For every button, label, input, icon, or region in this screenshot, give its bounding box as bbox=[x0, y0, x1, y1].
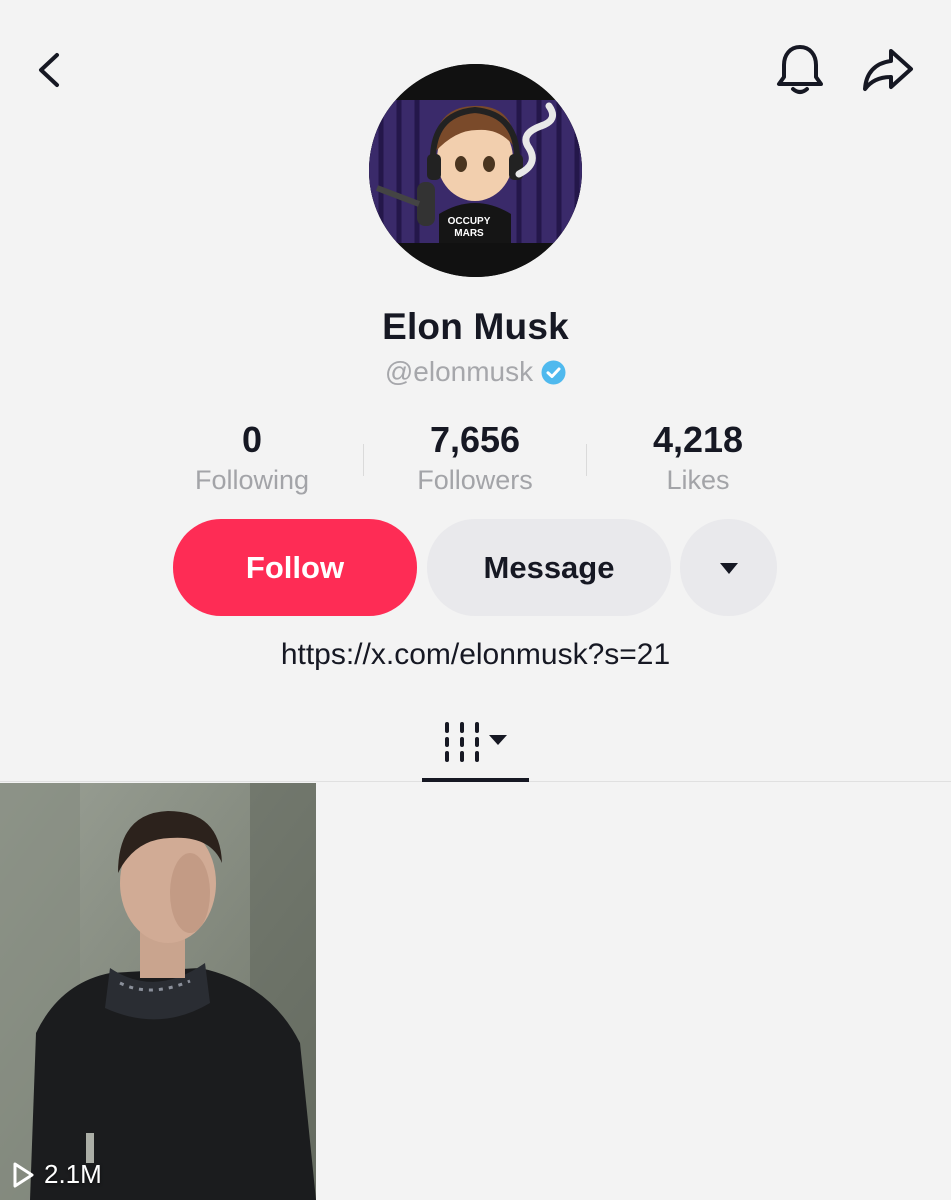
avatar-image: OCCUPY MARS bbox=[369, 64, 582, 277]
follow-button[interactable]: Follow bbox=[173, 519, 417, 616]
stat-following[interactable]: 0 Following bbox=[141, 420, 363, 498]
video-thumbnail[interactable]: 2.1M bbox=[0, 783, 316, 1200]
following-count: 0 bbox=[241, 419, 263, 460]
caret-down-icon bbox=[719, 562, 738, 574]
view-count: 2.1M bbox=[12, 1159, 102, 1190]
avatar[interactable]: OCCUPY MARS bbox=[369, 64, 582, 277]
following-label: Following bbox=[194, 465, 310, 495]
avatar-shirt-line2: MARS bbox=[454, 228, 484, 239]
bio-link[interactable]: https://x.com/elonmusk?s=21 bbox=[0, 638, 951, 672]
active-tab-indicator bbox=[422, 778, 529, 782]
bell-icon bbox=[777, 45, 823, 94]
likes-label: Likes bbox=[666, 465, 730, 495]
video-grid-icon bbox=[444, 722, 507, 762]
likes-count: 4,218 bbox=[652, 419, 744, 460]
message-button[interactable]: Message bbox=[427, 519, 671, 616]
followers-count: 7,656 bbox=[429, 419, 521, 460]
notification-button[interactable] bbox=[770, 40, 830, 100]
followers-label: Followers bbox=[417, 465, 533, 495]
stat-followers[interactable]: 7,656 Followers bbox=[364, 420, 586, 498]
handle-row: @elonmusk bbox=[0, 356, 951, 388]
stat-likes[interactable]: 4,218 Likes bbox=[587, 420, 809, 498]
back-button[interactable] bbox=[20, 40, 80, 100]
share-arrow-icon bbox=[863, 49, 913, 91]
chevron-left-icon bbox=[39, 53, 59, 87]
avatar-shirt-line1: OCCUPY bbox=[448, 216, 491, 227]
profile-page: OCCUPY MARS Elon Musk @elonmusk 0 Follow… bbox=[0, 0, 951, 1200]
display-name: Elon Musk bbox=[382, 306, 569, 347]
username: @elonmusk bbox=[384, 356, 534, 387]
share-button[interactable] bbox=[858, 40, 918, 100]
video-thumbnail-image bbox=[0, 783, 316, 1200]
tab-videos[interactable] bbox=[422, 712, 529, 782]
more-options-button[interactable] bbox=[680, 519, 777, 616]
play-icon bbox=[13, 1162, 34, 1187]
profile-stats: 0 Following 7,656 Followers 4,218 Likes bbox=[141, 420, 809, 500]
view-count-text: 2.1M bbox=[44, 1159, 102, 1189]
verified-badge-icon bbox=[541, 360, 566, 384]
